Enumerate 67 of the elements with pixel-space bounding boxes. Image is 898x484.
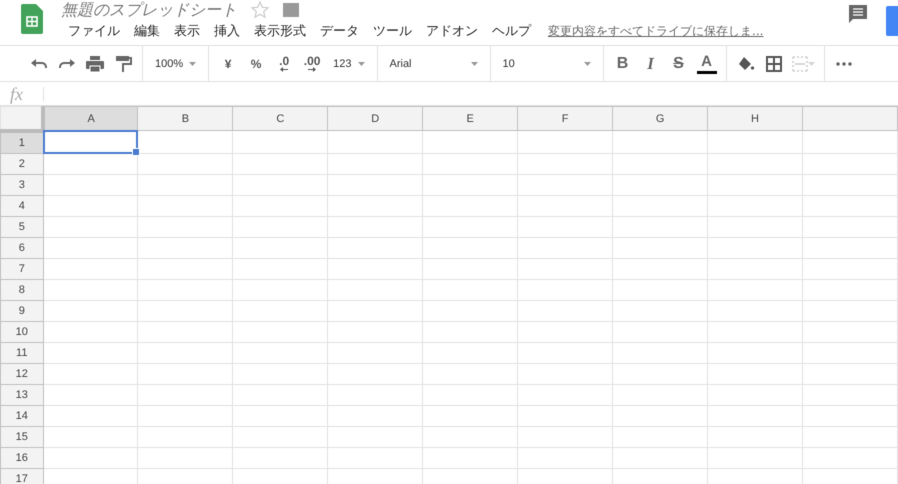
menu-item[interactable]: 挿入 xyxy=(207,22,247,40)
row-header[interactable]: 2 xyxy=(0,153,43,174)
undo-icon xyxy=(30,56,48,70)
column-header[interactable]: E xyxy=(422,106,518,130)
star-icon[interactable] xyxy=(251,1,269,19)
document-title[interactable]: 無題のスプレッドシート xyxy=(61,0,237,20)
paint-roller-icon xyxy=(114,56,132,72)
column-header[interactable]: G xyxy=(612,106,708,130)
column-header[interactable]: D xyxy=(328,106,423,130)
bold-button[interactable]: B xyxy=(610,50,636,76)
dropdown-button[interactable]: 123 xyxy=(327,50,370,76)
left-arrow-icon xyxy=(280,66,288,72)
print-icon xyxy=(86,56,104,72)
column-header[interactable]: H xyxy=(708,106,802,130)
menu-item[interactable]: ヘルプ xyxy=(485,22,538,40)
dropdown-button[interactable]: 10 xyxy=(496,50,596,76)
row-header[interactable]: 9 xyxy=(0,300,43,321)
caret-icon xyxy=(470,62,478,66)
row-header[interactable]: 11 xyxy=(0,342,43,363)
more-icon xyxy=(834,60,852,66)
caret-icon xyxy=(189,62,196,66)
row-header[interactable]: 17 xyxy=(0,468,43,484)
row-header[interactable]: 12 xyxy=(0,363,43,384)
caret-icon xyxy=(358,62,364,66)
row-header[interactable]: 15 xyxy=(0,426,43,447)
format-button[interactable]: ¥ xyxy=(215,50,242,76)
column-header[interactable]: F xyxy=(518,106,613,130)
redo-icon xyxy=(58,56,76,70)
caret-icon xyxy=(808,62,814,66)
merge-cells-icon xyxy=(792,56,808,72)
text-color-button[interactable]: A xyxy=(694,50,720,76)
paint-bucket-icon xyxy=(736,56,754,72)
fill-handle[interactable] xyxy=(132,148,140,156)
right-arrow-icon xyxy=(308,66,316,72)
row-header[interactable]: 14 xyxy=(0,405,43,426)
column-header[interactable]: C xyxy=(232,106,328,130)
menu-item[interactable]: ツール xyxy=(366,22,419,40)
column-header[interactable]: A xyxy=(43,106,138,130)
row-header[interactable]: 13 xyxy=(0,384,43,405)
row-header[interactable]: 7 xyxy=(0,258,43,279)
menu-item[interactable]: 表示 xyxy=(167,22,207,40)
row-header[interactable]: 16 xyxy=(0,447,43,468)
column-header[interactable]: B xyxy=(138,106,233,130)
format-button[interactable]: % xyxy=(243,50,270,76)
italic-button[interactable]: I xyxy=(638,50,664,76)
menu-item[interactable]: 表示形式 xyxy=(247,22,313,40)
comment-icon[interactable] xyxy=(848,4,868,24)
row-header[interactable]: 8 xyxy=(0,279,43,300)
menu-item[interactable]: 編集 xyxy=(127,22,167,40)
menu-item[interactable]: ファイル xyxy=(61,22,127,40)
row-header[interactable]: 3 xyxy=(0,174,43,195)
dropdown-button[interactable]: 100% xyxy=(149,50,202,76)
increase-decimal-button[interactable]: .00 xyxy=(299,50,326,76)
caret-icon xyxy=(584,62,590,66)
borders-icon xyxy=(766,56,782,72)
row-header[interactable]: 10 xyxy=(0,321,43,342)
menu-item[interactable]: アドオン xyxy=(419,22,485,40)
row-header[interactable]: 5 xyxy=(0,216,43,237)
selected-cell[interactable] xyxy=(42,130,138,154)
strikethrough-button[interactable]: S xyxy=(666,50,692,76)
sheets-logo-icon[interactable] xyxy=(21,4,43,34)
dropdown-button[interactable]: Arial xyxy=(384,50,484,76)
row-header[interactable]: 4 xyxy=(0,195,43,216)
save-status-link[interactable]: 変更内容をすべてドライブに保存しま... xyxy=(548,22,764,40)
menu-item[interactable]: データ xyxy=(313,22,366,40)
row-header[interactable]: 6 xyxy=(0,237,43,258)
decrease-decimal-button[interactable]: .0 xyxy=(271,50,298,76)
